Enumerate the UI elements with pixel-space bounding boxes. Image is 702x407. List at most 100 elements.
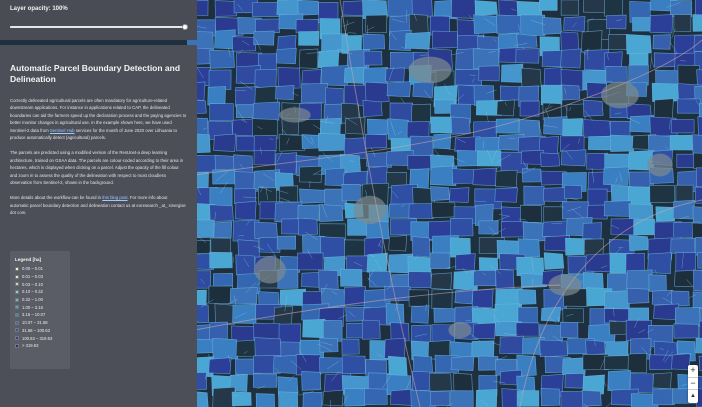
- parcel[interactable]: [408, 13, 429, 35]
- parcel[interactable]: [652, 372, 672, 390]
- parcel[interactable]: [633, 219, 656, 236]
- parcel[interactable]: [208, 285, 233, 304]
- parcel[interactable]: [520, 204, 542, 223]
- parcel[interactable]: [523, 185, 545, 206]
- parcel[interactable]: [302, 391, 323, 407]
- parcel[interactable]: [563, 16, 586, 32]
- parcel[interactable]: [275, 85, 295, 100]
- parcel[interactable]: [429, 372, 452, 392]
- parcel[interactable]: [626, 269, 653, 291]
- parcel[interactable]: [298, 31, 320, 46]
- parcel[interactable]: [560, 321, 579, 338]
- parcel[interactable]: [471, 288, 494, 309]
- parcel[interactable]: [278, 134, 306, 152]
- parcel[interactable]: [320, 65, 349, 87]
- parcel[interactable]: [653, 98, 674, 120]
- parcel[interactable]: [608, 34, 628, 50]
- parcel[interactable]: [209, 204, 234, 223]
- parcel[interactable]: [408, 203, 435, 219]
- parcel[interactable]: [411, 236, 431, 258]
- parcel[interactable]: [213, 133, 237, 152]
- parcel[interactable]: [450, 217, 474, 237]
- parcel[interactable]: [341, 183, 361, 202]
- parcel[interactable]: [691, 134, 702, 155]
- parcel[interactable]: [457, 84, 477, 106]
- parcel[interactable]: [562, 357, 587, 376]
- parcel[interactable]: [671, 290, 690, 307]
- parcel[interactable]: [364, 133, 388, 149]
- parcel[interactable]: [648, 274, 667, 292]
- parcel[interactable]: [297, 217, 319, 236]
- zoom-in-button[interactable]: +: [688, 365, 698, 378]
- parcel[interactable]: [473, 14, 500, 34]
- parcel[interactable]: [582, 272, 604, 290]
- parcel[interactable]: [675, 252, 697, 273]
- parcel[interactable]: [430, 186, 450, 201]
- parcel[interactable]: [543, 67, 563, 87]
- parcel[interactable]: [562, 308, 584, 324]
- parcel[interactable]: [236, 135, 256, 152]
- parcel[interactable]: [346, 255, 370, 272]
- parcel[interactable]: [342, 170, 368, 187]
- parcel[interactable]: [652, 388, 675, 406]
- parcel[interactable]: [318, 133, 346, 152]
- parcel[interactable]: [272, 354, 299, 374]
- parcel[interactable]: [477, 150, 502, 167]
- parcel[interactable]: [363, 388, 388, 406]
- parcel[interactable]: [628, 235, 649, 251]
- parcel[interactable]: [472, 322, 496, 340]
- parcel[interactable]: [581, 389, 602, 407]
- parcel[interactable]: [410, 305, 430, 324]
- parcel[interactable]: [364, 237, 383, 257]
- parcel[interactable]: [560, 48, 582, 69]
- parcel[interactable]: [560, 149, 587, 167]
- parcel[interactable]: [560, 0, 579, 16]
- parcel[interactable]: [582, 99, 604, 117]
- parcel[interactable]: [651, 82, 680, 102]
- parcel[interactable]: [585, 253, 612, 273]
- parcel[interactable]: [301, 371, 322, 391]
- parcel[interactable]: [235, 339, 257, 358]
- parcel[interactable]: [603, 166, 630, 186]
- parcel[interactable]: [253, 150, 276, 166]
- parcel[interactable]: [209, 251, 233, 269]
- parcel[interactable]: [560, 31, 580, 52]
- parcel[interactable]: [318, 204, 344, 222]
- parcel[interactable]: [319, 337, 339, 353]
- parcel[interactable]: [320, 117, 341, 135]
- parcel[interactable]: [625, 34, 652, 55]
- parcel[interactable]: [406, 121, 430, 139]
- parcel[interactable]: [408, 271, 432, 289]
- parcel[interactable]: [408, 289, 429, 307]
- parcel[interactable]: [231, 391, 252, 407]
- parcel[interactable]: [517, 306, 538, 324]
- parcel[interactable]: [253, 30, 275, 46]
- parcel[interactable]: [253, 135, 277, 152]
- parcel[interactable]: [449, 187, 470, 203]
- parcel[interactable]: [388, 235, 408, 252]
- parcel[interactable]: [543, 187, 568, 202]
- parcel[interactable]: [214, 154, 237, 171]
- parcel[interactable]: [432, 133, 452, 150]
- parcel[interactable]: [562, 118, 583, 137]
- parcel[interactable]: [212, 386, 236, 407]
- parcel[interactable]: [430, 272, 453, 290]
- parcel[interactable]: [341, 338, 360, 355]
- parcel[interactable]: [433, 307, 459, 323]
- parcel[interactable]: [499, 335, 525, 355]
- parcel[interactable]: [475, 137, 501, 152]
- parcel[interactable]: [473, 270, 497, 287]
- parcel[interactable]: [450, 116, 471, 135]
- parcel[interactable]: [495, 269, 515, 291]
- parcel[interactable]: [363, 50, 383, 66]
- parcel[interactable]: [404, 31, 431, 50]
- parcel[interactable]: [209, 103, 234, 121]
- parcel[interactable]: [539, 0, 558, 11]
- parcel[interactable]: [627, 353, 648, 374]
- parcel[interactable]: [318, 269, 339, 291]
- parcel[interactable]: [563, 184, 583, 200]
- parcel[interactable]: [252, 2, 280, 17]
- parcel[interactable]: [651, 289, 673, 306]
- parcel[interactable]: [695, 0, 702, 17]
- parcel[interactable]: [453, 372, 473, 394]
